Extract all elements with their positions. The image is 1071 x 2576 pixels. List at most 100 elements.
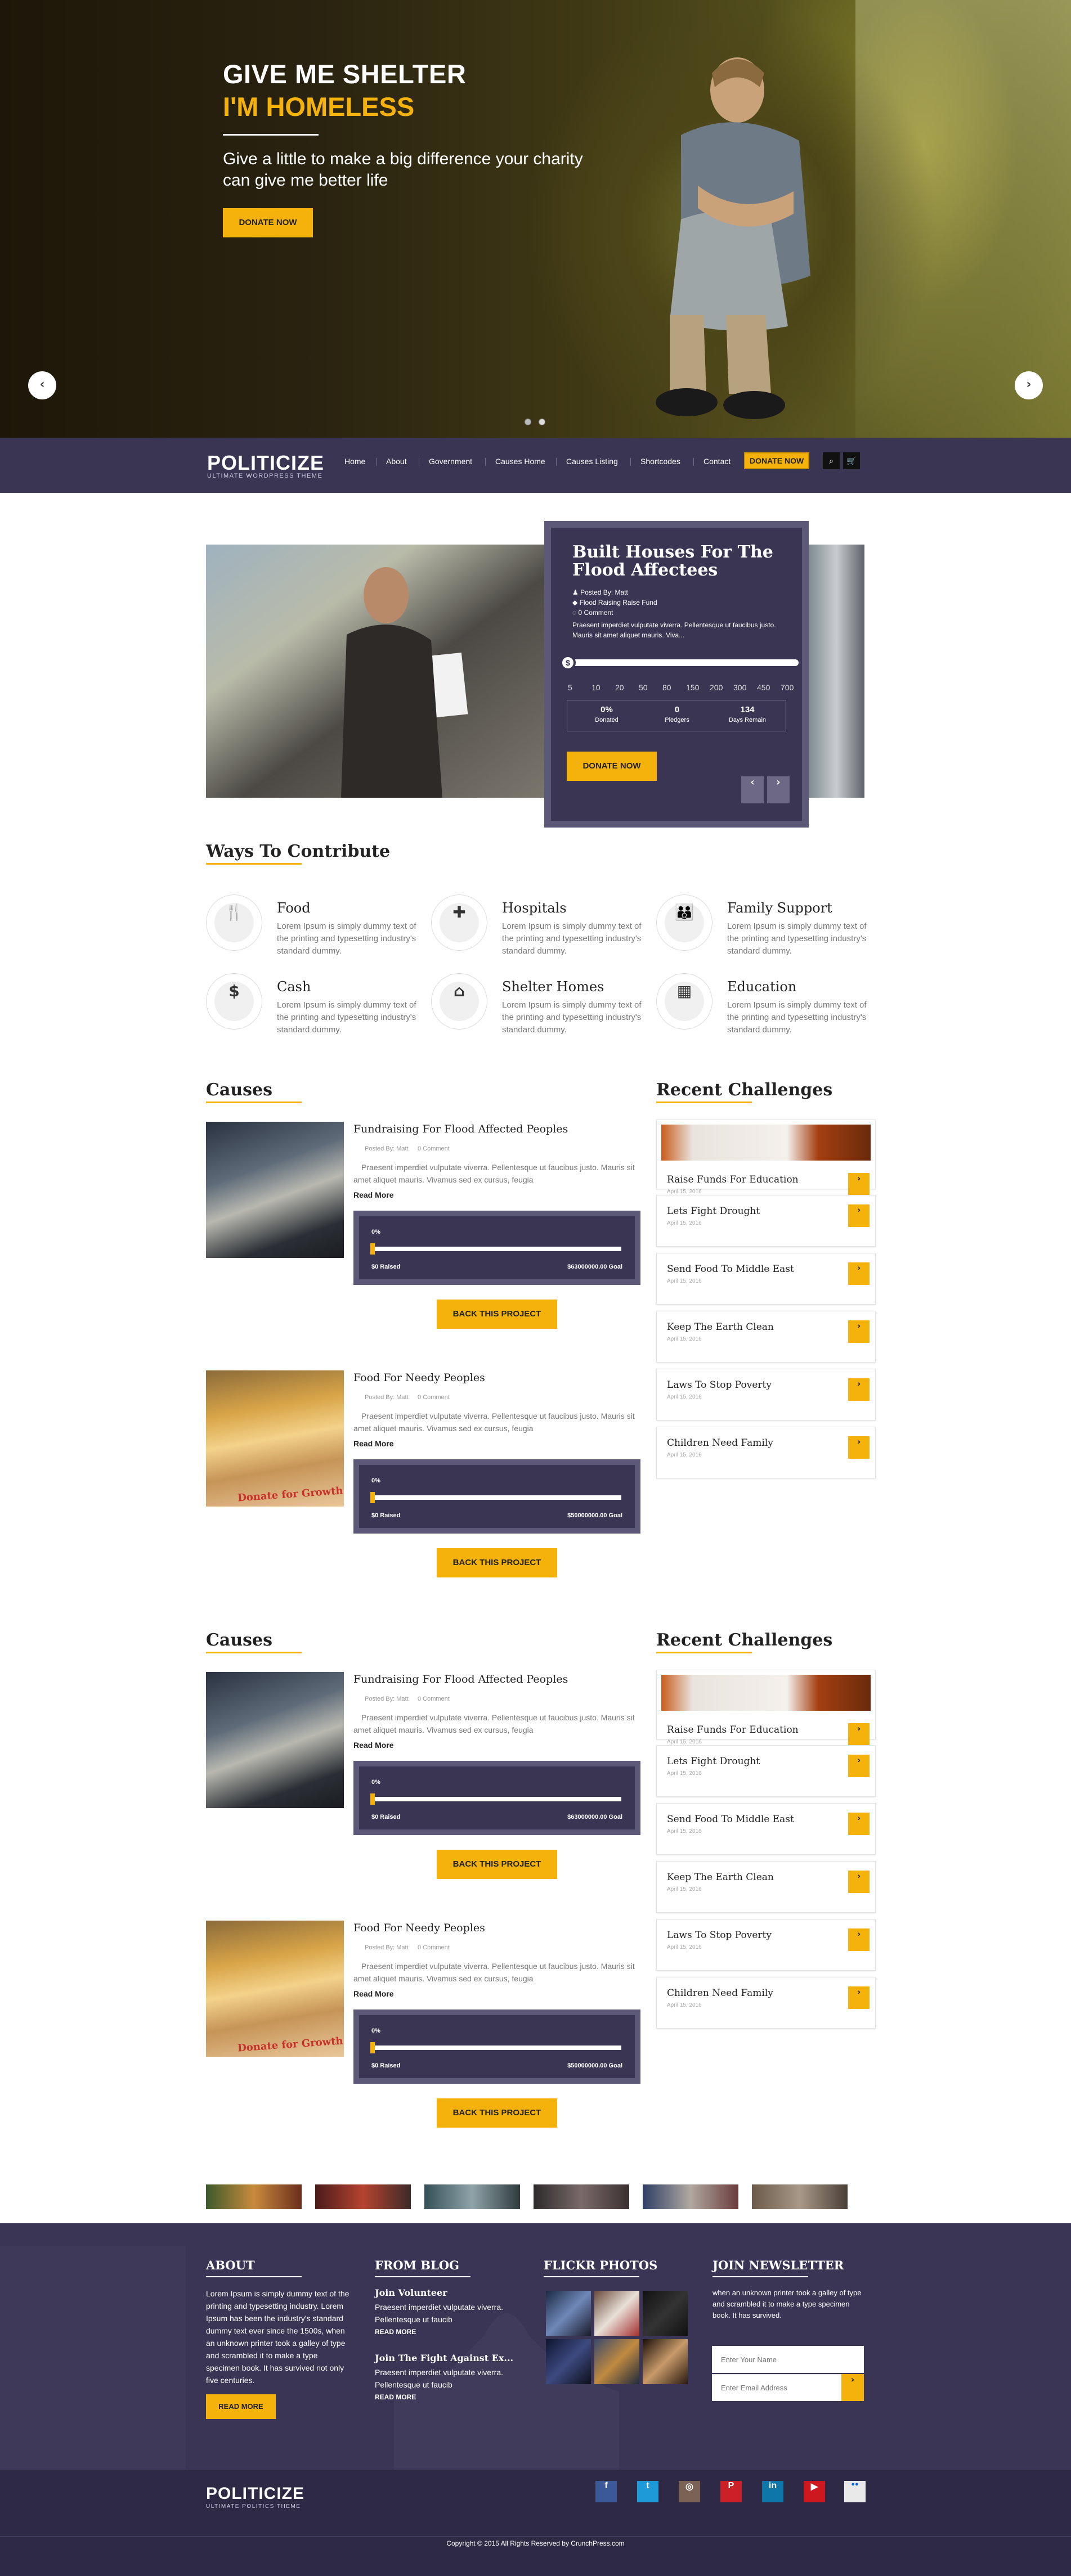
search-icon[interactable]: ⌕ [823,452,840,469]
cause-readmore-link[interactable]: Read More [353,1741,394,1750]
nav-home[interactable]: Home [344,457,365,466]
pinterest-icon[interactable]: P [720,2481,742,2502]
slider-dot-1[interactable] [525,419,531,425]
cause-title[interactable]: Food For Needy Peoples [353,1922,485,1934]
featured-category[interactable]: ◆ Flood Raising Raise Fund [572,599,657,606]
cause-image[interactable]: Donate for Growth [206,1370,344,1507]
back-project-button[interactable]: BACK THIS PROJECT [437,1850,557,1879]
challenge-card[interactable]: Send Food To Middle East April 15, 2016 › [656,1803,876,1855]
challenge-card[interactable]: Lets Fight Drought April 15, 2016 › [656,1745,876,1797]
back-project-button[interactable]: BACK THIS PROJECT [437,2098,557,2128]
challenge-arrow-icon[interactable]: › [848,1173,870,1195]
challenge-title[interactable]: Children Need Family [667,1988,773,1999]
gallery-thumb-2[interactable] [315,2184,411,2209]
way-icon-circle[interactable]: $ [206,973,262,1029]
cause-comments[interactable]: 0 Comment [418,1696,450,1702]
challenge-card[interactable]: Lets Fight Drought April 15, 2016 › [656,1195,876,1247]
newsletter-name-input[interactable] [712,2346,864,2373]
way-title[interactable]: Cash [277,979,311,995]
challenge-arrow-icon[interactable]: › [848,1928,870,1951]
way-title[interactable]: Shelter Homes [502,979,604,995]
twitter-icon[interactable]: t [637,2481,658,2502]
challenge-title[interactable]: Lets Fight Drought [667,1756,760,1767]
featured-donate-button[interactable]: DONATE NOW [567,752,657,781]
hero-donate-button[interactable]: DONATE NOW [223,208,313,237]
cause-comments[interactable]: 0 Comment [418,1944,450,1951]
cause-comments[interactable]: 0 Comment [418,1394,450,1401]
back-project-button[interactable]: BACK THIS PROJECT [437,1300,557,1329]
challenge-arrow-icon[interactable]: › [848,1204,870,1227]
slider-knob[interactable]: $ [560,655,576,671]
cart-icon[interactable]: 🛒 [843,452,860,469]
challenge-arrow-icon[interactable]: › [848,1723,870,1746]
cause-comments[interactable]: 0 Comment [418,1145,450,1152]
challenge-title[interactable]: Raise Funds For Education [667,1724,799,1736]
nav-contact[interactable]: Contact [703,457,731,466]
way-icon-circle[interactable]: ▦ [656,973,712,1029]
footer-blog-post-title[interactable]: Join Volunteer [375,2287,447,2298]
nav-causes-home[interactable]: Causes Home [495,457,545,466]
nav-government[interactable]: Government [429,457,472,466]
cause-title[interactable]: Fundraising For Flood Affected Peoples [353,1123,568,1135]
challenge-arrow-icon[interactable]: › [848,1378,870,1401]
nav-about[interactable]: About [386,457,407,466]
cause-readmore-link[interactable]: Read More [353,1439,394,1448]
way-icon-circle[interactable]: 🍴 [206,894,262,951]
way-title[interactable]: Hospitals [502,900,567,916]
hero-next-arrow-icon[interactable]: › [1015,371,1043,399]
flickr-photo[interactable] [546,2291,591,2336]
challenge-title[interactable]: Keep The Earth Clean [667,1321,774,1333]
challenge-title[interactable]: Keep The Earth Clean [667,1872,774,1883]
cause-readmore-link[interactable]: Read More [353,1989,394,1998]
challenge-card[interactable]: Laws To Stop Poverty April 15, 2016 › [656,1919,876,1971]
flickr-photo[interactable] [643,2339,688,2384]
challenge-card[interactable]: Children Need Family April 15, 2016 › [656,1977,876,2029]
challenge-title[interactable]: Laws To Stop Poverty [667,1930,772,1941]
cause-image[interactable] [206,1672,344,1808]
newsletter-submit-icon[interactable]: › [841,2374,864,2401]
way-title[interactable]: Education [727,979,796,995]
featured-prev-icon[interactable]: ‹ [741,776,764,803]
challenge-title[interactable]: Lets Fight Drought [667,1206,760,1217]
gallery-thumb-5[interactable] [643,2184,738,2209]
nav-donate-button[interactable]: DONATE NOW [744,452,810,469]
featured-title[interactable]: Built Houses For The Flood Affectees [572,543,797,579]
challenge-title[interactable]: Send Food To Middle East [667,1264,794,1275]
challenge-card[interactable]: Children Need Family April 15, 2016 › [656,1427,876,1478]
hero-prev-arrow-icon[interactable]: ‹ [28,371,56,399]
way-title[interactable]: Family Support [727,900,832,916]
featured-comments[interactable]: ◌ 0 Comment [572,609,613,617]
footer-blog-readmore[interactable]: READ MORE [375,2328,416,2336]
challenge-card[interactable]: Raise Funds For Education April 15, 2016 › [656,1120,876,1195]
challenge-title[interactable]: Laws To Stop Poverty [667,1379,772,1391]
challenge-title[interactable]: Raise Funds For Education [667,1174,799,1185]
challenge-arrow-icon[interactable]: › [848,1986,870,2009]
flickr-photo[interactable] [643,2291,688,2336]
back-project-button[interactable]: BACK THIS PROJECT [437,1548,557,1577]
cause-image[interactable] [206,1122,344,1258]
flickr-photo[interactable] [546,2339,591,2384]
footer-blog-readmore[interactable]: READ MORE [375,2393,416,2401]
gallery-thumb-3[interactable] [424,2184,520,2209]
instagram-icon[interactable]: ◎ [679,2481,700,2502]
challenge-arrow-icon[interactable]: › [848,1871,870,1893]
linkedin-icon[interactable]: in [762,2481,783,2502]
challenge-card[interactable]: Raise Funds For Education April 15, 2016 › [656,1670,876,1746]
challenge-title[interactable]: Send Food To Middle East [667,1814,794,1825]
cause-image[interactable]: Donate for Growth [206,1921,344,2057]
gallery-thumb-4[interactable] [534,2184,629,2209]
footer-blog-post-title[interactable]: Join The Fight Against Ex... [375,2353,513,2363]
way-icon-circle[interactable]: ✚ [431,894,487,951]
challenge-card[interactable]: Send Food To Middle East April 15, 2016 › [656,1253,876,1305]
facebook-icon[interactable]: f [595,2481,617,2502]
challenge-arrow-icon[interactable]: › [848,1755,870,1777]
footer-readmore-button[interactable]: READ MORE [206,2394,276,2419]
flickr-photo[interactable] [594,2291,639,2336]
donation-slider[interactable]: $ [560,655,799,671]
challenge-card[interactable]: Keep The Earth Clean April 15, 2016 › [656,1311,876,1363]
flickr-photo[interactable] [594,2339,639,2384]
gallery-thumb-1[interactable] [206,2184,302,2209]
youtube-icon[interactable]: ▶ [804,2481,825,2502]
challenge-arrow-icon[interactable]: › [848,1320,870,1343]
challenge-card[interactable]: Keep The Earth Clean April 15, 2016 › [656,1861,876,1913]
